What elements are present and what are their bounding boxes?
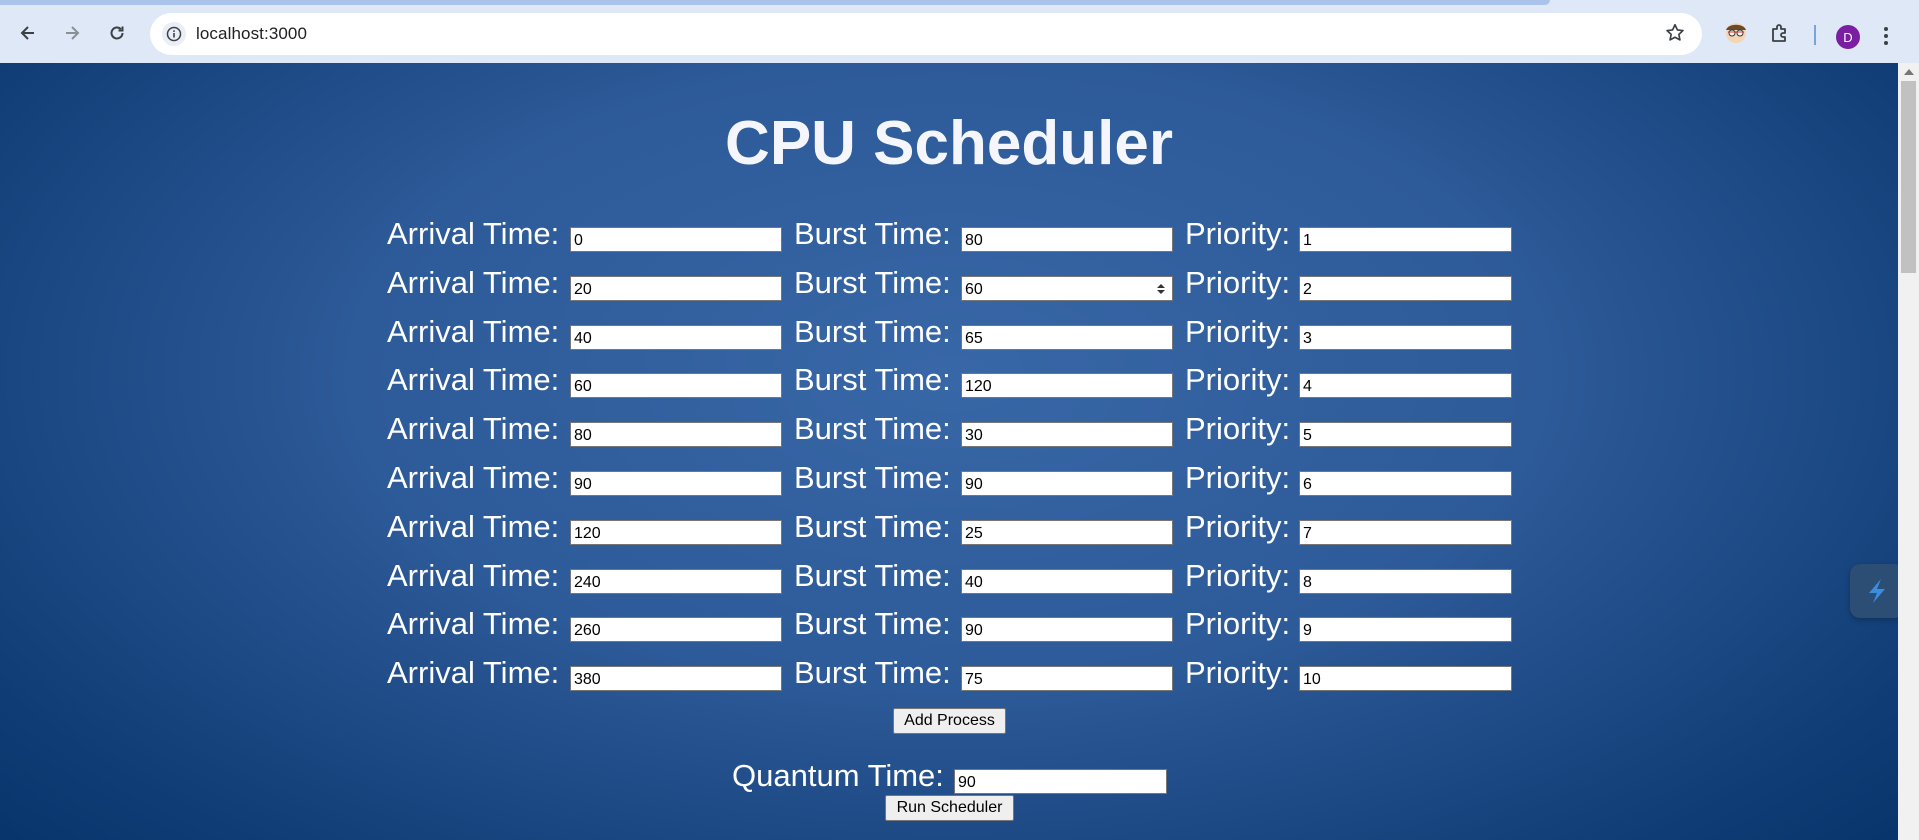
page-viewport: CPU Scheduler Arrival Time: Burst Time: Pr… bbox=[0, 63, 1898, 840]
puzzle-icon[interactable] bbox=[1768, 22, 1792, 51]
arrival-time-label: Arrival Time: bbox=[387, 313, 560, 349]
extension-avatar-icon[interactable] bbox=[1722, 19, 1750, 50]
priority-input[interactable] bbox=[1299, 568, 1512, 594]
arrival-time-input[interactable] bbox=[570, 471, 782, 496]
priority-label: Priority: bbox=[1185, 460, 1291, 495]
burst-time-label: Burst Time: bbox=[794, 606, 951, 642]
url-text[interactable]: localhost:3000 bbox=[196, 24, 307, 44]
priority-input[interactable] bbox=[1299, 519, 1512, 545]
burst-time-label: Burst Time: bbox=[794, 362, 951, 398]
star-icon[interactable] bbox=[1664, 22, 1686, 49]
priority-input[interactable] bbox=[1299, 666, 1512, 692]
arrival-time-input[interactable] bbox=[570, 666, 782, 692]
scroll-up-arrow[interactable] bbox=[1904, 69, 1914, 75]
arrival-time-input[interactable] bbox=[570, 422, 782, 448]
priority-label: Priority: bbox=[1185, 557, 1291, 593]
run-scheduler-button[interactable]: Run Scheduler bbox=[885, 795, 1014, 821]
burst-time-label: Burst Time: bbox=[794, 460, 951, 495]
browser-toolbar: localhost:3000 D bbox=[0, 5, 1919, 63]
burst-time-input[interactable] bbox=[961, 666, 1173, 692]
reload-icon bbox=[110, 26, 124, 40]
burst-time-input[interactable] bbox=[961, 471, 1173, 496]
burst-time-input[interactable] bbox=[961, 324, 1173, 350]
forward-button[interactable] bbox=[56, 17, 88, 49]
back-button[interactable] bbox=[12, 17, 44, 49]
address-bar[interactable]: localhost:3000 bbox=[150, 13, 1702, 55]
profile-avatar[interactable]: D bbox=[1836, 25, 1860, 49]
slash-logo-icon bbox=[1869, 579, 1885, 603]
burst-time-input[interactable] bbox=[961, 617, 1173, 643]
burst-time-label: Burst Time: bbox=[794, 264, 951, 300]
floating-widget-button[interactable] bbox=[1850, 564, 1898, 618]
arrival-time-input[interactable] bbox=[570, 568, 782, 594]
priority-input[interactable] bbox=[1299, 324, 1512, 350]
arrival-time-input[interactable] bbox=[570, 519, 782, 545]
priority-input[interactable] bbox=[1299, 617, 1512, 643]
back-arrow-icon bbox=[20, 26, 34, 40]
scrollbar-thumb[interactable] bbox=[1901, 81, 1916, 273]
burst-time-input[interactable] bbox=[961, 373, 1173, 399]
arrival-time-label: Arrival Time: bbox=[387, 411, 560, 447]
burst-time-label: Burst Time: bbox=[794, 411, 951, 447]
arrival-time-label: Arrival Time: bbox=[387, 362, 560, 398]
burst-time-label: Burst Time: bbox=[794, 557, 951, 593]
quantum-time-input[interactable] bbox=[954, 769, 1167, 794]
priority-input[interactable] bbox=[1299, 275, 1512, 301]
burst-time-label: Burst Time: bbox=[794, 313, 951, 349]
priority-input[interactable] bbox=[1299, 227, 1512, 252]
site-info-icon[interactable] bbox=[162, 22, 186, 46]
priority-label: Priority: bbox=[1185, 606, 1291, 642]
priority-label: Priority: bbox=[1185, 508, 1291, 544]
priority-input[interactable] bbox=[1299, 422, 1512, 448]
burst-time-label: Burst Time: bbox=[794, 655, 951, 691]
arrival-time-input[interactable] bbox=[570, 275, 782, 301]
priority-label: Priority: bbox=[1185, 411, 1291, 447]
arrival-time-label: Arrival Time: bbox=[387, 655, 560, 691]
priority-input[interactable] bbox=[1299, 471, 1512, 496]
burst-time-input[interactable] bbox=[961, 275, 1173, 301]
arrival-time-label: Arrival Time: bbox=[387, 264, 560, 300]
arrival-time-input[interactable] bbox=[570, 617, 782, 643]
priority-label: Priority: bbox=[1185, 264, 1291, 300]
priority-input[interactable] bbox=[1299, 373, 1512, 399]
number-spinner-icon[interactable] bbox=[1156, 282, 1166, 296]
quantum-time-label: Quantum Time: bbox=[732, 758, 944, 793]
priority-label: Priority: bbox=[1185, 313, 1291, 349]
priority-label: Priority: bbox=[1185, 362, 1291, 398]
burst-time-label: Burst Time: bbox=[794, 216, 951, 251]
burst-time-input[interactable] bbox=[961, 422, 1173, 448]
vertical-scrollbar[interactable] bbox=[1898, 63, 1919, 840]
arrival-time-label: Arrival Time: bbox=[387, 508, 560, 544]
page-title: CPU Scheduler bbox=[725, 109, 1173, 178]
burst-time-input[interactable] bbox=[961, 519, 1173, 545]
priority-label: Priority: bbox=[1185, 216, 1291, 251]
toolbar-separator bbox=[1814, 25, 1816, 45]
add-process-button[interactable]: Add Process bbox=[893, 708, 1006, 734]
arrival-time-input[interactable] bbox=[570, 373, 782, 399]
forward-arrow-icon bbox=[66, 26, 80, 40]
arrival-time-label: Arrival Time: bbox=[387, 557, 560, 593]
arrival-time-label: Arrival Time: bbox=[387, 606, 560, 642]
burst-time-label: Burst Time: bbox=[794, 508, 951, 544]
priority-label: Priority: bbox=[1185, 655, 1291, 691]
burst-time-input[interactable] bbox=[961, 227, 1173, 252]
reload-button[interactable] bbox=[101, 17, 133, 49]
burst-time-input[interactable] bbox=[961, 568, 1173, 594]
arrival-time-label: Arrival Time: bbox=[387, 460, 560, 495]
kebab-menu-icon[interactable] bbox=[1882, 25, 1890, 52]
arrival-time-input[interactable] bbox=[570, 227, 782, 252]
arrival-time-label: Arrival Time: bbox=[387, 216, 560, 251]
arrival-time-input[interactable] bbox=[570, 324, 782, 350]
